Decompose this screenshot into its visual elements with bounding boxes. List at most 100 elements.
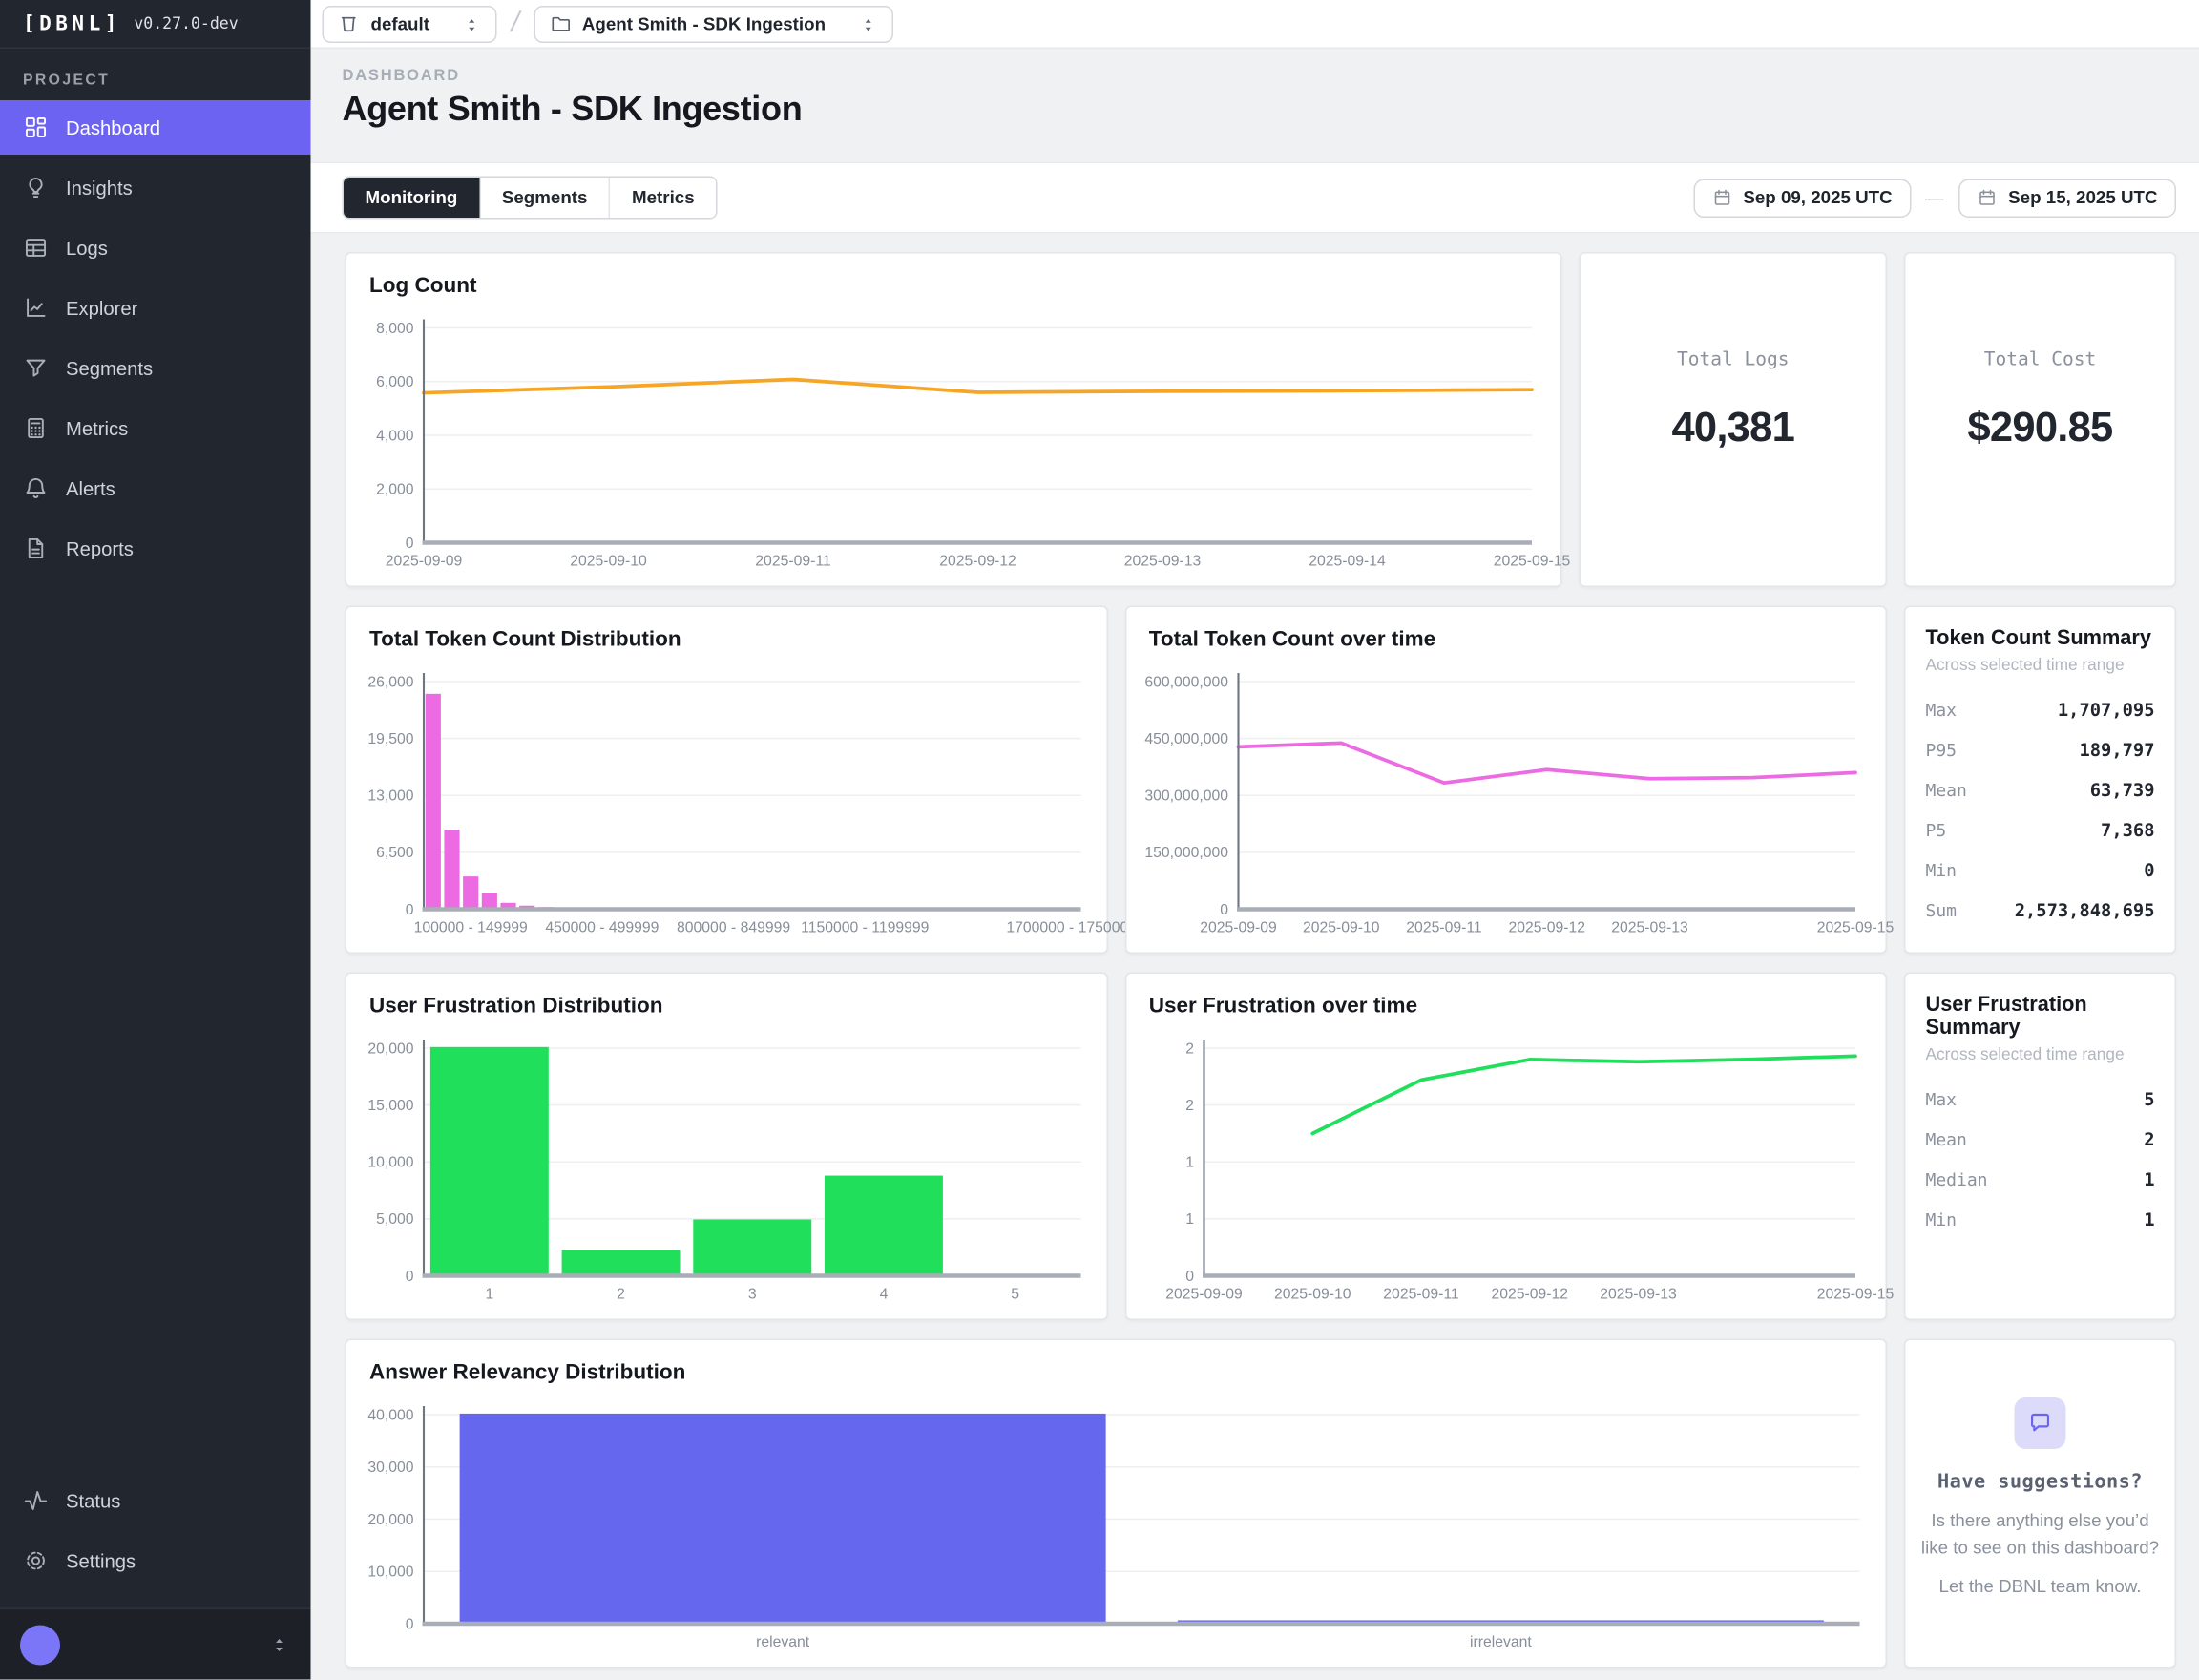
token-count-over-time-chart: 0150,000,000300,000,000450,000,000600,00… xyxy=(1138,667,1872,944)
toolbar: Monitoring Segments Metrics Sep 09, 2025… xyxy=(311,162,2199,234)
svg-text:10,000: 10,000 xyxy=(367,1155,413,1171)
tab-metrics[interactable]: Metrics xyxy=(609,178,716,218)
svg-text:2025-09-09: 2025-09-09 xyxy=(386,554,463,570)
svg-text:2025-09-15: 2025-09-15 xyxy=(1816,920,1894,936)
suggestion-footer: Let the DBNL team know. xyxy=(1939,1576,2142,1596)
sidebar-item-logs[interactable]: Logs xyxy=(0,220,311,275)
total-cost-card: Total Cost $290.85 xyxy=(1904,252,2176,587)
dashboard-grid-icon xyxy=(23,115,49,140)
sidebar-item-label: Dashboard xyxy=(66,116,160,138)
sidebar-item-label: Logs xyxy=(66,237,108,259)
chevrons-up-down-icon xyxy=(461,13,481,33)
svg-text:300,000,000: 300,000,000 xyxy=(1144,788,1228,805)
sidebar-item-insights[interactable]: Insights xyxy=(0,160,311,215)
sidebar-section-project: PROJECT xyxy=(0,49,311,100)
user-frustration-over-time-card: User Frustration over time 011222025-09-… xyxy=(1124,973,1887,1321)
svg-text:5: 5 xyxy=(1011,1287,1019,1303)
sidebar-item-label: Reports xyxy=(66,537,134,559)
suggestion-body: Is there anything else you’d like to see… xyxy=(1920,1508,2161,1562)
svg-text:irrelevant: irrelevant xyxy=(1470,1634,1532,1650)
sidebar-item-explorer[interactable]: Explorer xyxy=(0,281,311,335)
dashboard-select-value: Agent Smith - SDK Ingestion xyxy=(582,13,826,33)
svg-text:2025-09-10: 2025-09-10 xyxy=(1273,1287,1351,1303)
sidebar-item-label: Status xyxy=(66,1490,120,1512)
svg-text:1: 1 xyxy=(1184,1155,1193,1171)
lightbulb-icon xyxy=(23,175,49,200)
sidebar-item-alerts[interactable]: Alerts xyxy=(0,461,311,515)
tab-segments[interactable]: Segments xyxy=(479,178,609,218)
sidebar-item-segments[interactable]: Segments xyxy=(0,341,311,395)
svg-text:450000 - 499999: 450000 - 499999 xyxy=(545,920,659,936)
sidebar-item-status[interactable]: Status xyxy=(0,1474,311,1528)
bucket-icon xyxy=(338,13,360,35)
svg-text:0: 0 xyxy=(406,902,414,918)
svg-text:26,000: 26,000 xyxy=(367,674,413,690)
chart-title: User Frustration over time xyxy=(1126,974,1886,1018)
svg-text:2025-09-10: 2025-09-10 xyxy=(570,554,647,570)
user-menu[interactable] xyxy=(0,1608,311,1680)
date-range: Sep 09, 2025 UTC — Sep 15, 2025 UTC xyxy=(1693,178,2176,218)
document-icon xyxy=(23,536,49,561)
breadcrumb: DASHBOARD xyxy=(343,68,2168,85)
svg-text:20,000: 20,000 xyxy=(367,1512,413,1528)
stat-value: 40,381 xyxy=(1671,406,1794,453)
project-select-value: default xyxy=(371,13,429,33)
page-title: Agent Smith - SDK Ingestion xyxy=(343,91,2168,131)
dashboard-select[interactable]: Agent Smith - SDK Ingestion xyxy=(534,5,893,42)
sidebar-item-metrics[interactable]: Metrics xyxy=(0,401,311,455)
tab-group: Monitoring Segments Metrics xyxy=(343,177,718,220)
stat-value: $290.85 xyxy=(1967,406,2112,453)
svg-text:6,500: 6,500 xyxy=(376,845,414,861)
svg-text:2025-09-10: 2025-09-10 xyxy=(1302,920,1379,936)
folder-icon xyxy=(549,13,571,35)
end-date-value: Sep 15, 2025 UTC xyxy=(2008,188,2157,208)
svg-text:0: 0 xyxy=(406,536,414,552)
sidebar-item-settings[interactable]: Settings xyxy=(0,1534,311,1588)
svg-text:2025-09-15: 2025-09-15 xyxy=(1816,1287,1894,1303)
chart-title: Total Token Count Distribution xyxy=(346,607,1106,652)
svg-text:2025-09-13: 2025-09-13 xyxy=(1124,554,1202,570)
chart-title: Log Count xyxy=(346,254,1560,299)
project-select[interactable]: default xyxy=(323,5,497,42)
user-frustration-distribution-chart: 05,00010,00015,00020,00012345 xyxy=(358,1034,1092,1311)
svg-text:13,000: 13,000 xyxy=(367,788,413,805)
sidebar: [DBNL] v0.27.0-dev PROJECT Dashboard Ins… xyxy=(0,0,311,1680)
svg-text:2025-09-11: 2025-09-11 xyxy=(755,554,830,570)
summary-row: P57,368 xyxy=(1926,819,2155,841)
summary-row: Median1 xyxy=(1926,1168,2155,1190)
sidebar-item-label: Segments xyxy=(66,357,153,379)
summary-row: Mean2 xyxy=(1926,1128,2155,1150)
summary-subtitle: Across selected time range xyxy=(1926,658,2155,675)
avatar[interactable] xyxy=(20,1625,60,1665)
version-label: v0.27.0-dev xyxy=(134,14,238,33)
user-frustration-summary-card: User Frustration Summary Across selected… xyxy=(1904,973,2176,1321)
svg-text:2025-09-12: 2025-09-12 xyxy=(1508,920,1585,936)
token-count-summary-card: Token Count Summary Across selected time… xyxy=(1904,606,2176,955)
svg-text:600,000,000: 600,000,000 xyxy=(1144,674,1228,690)
total-logs-card: Total Logs 40,381 xyxy=(1580,252,1888,587)
svg-text:2: 2 xyxy=(1184,1098,1193,1114)
svg-text:2025-09-14: 2025-09-14 xyxy=(1309,554,1386,570)
svg-text:2025-09-09: 2025-09-09 xyxy=(1199,920,1276,936)
sidebar-item-dashboard[interactable]: Dashboard xyxy=(0,100,311,155)
svg-text:19,500: 19,500 xyxy=(367,731,413,747)
svg-text:1700000 - 1750000: 1700000 - 1750000 xyxy=(1006,920,1137,936)
tab-monitoring[interactable]: Monitoring xyxy=(344,178,479,218)
svg-text:450,000,000: 450,000,000 xyxy=(1144,731,1228,747)
token-count-distribution-card: Total Token Count Distribution 0 6,500 13,… xyxy=(346,606,1108,955)
start-date-picker[interactable]: Sep 09, 2025 UTC xyxy=(1693,178,1911,218)
answer-relevancy-distribution-card: Answer Relevancy Distribution 010,00020,… xyxy=(346,1339,1888,1669)
chevrons-up-down-icon xyxy=(268,1633,291,1656)
sidebar-item-label: Explorer xyxy=(66,297,137,319)
summary-rows: Max1,707,095 P95189,797 Mean63,739 P57,3… xyxy=(1926,699,2155,921)
svg-text:4,000: 4,000 xyxy=(376,428,414,444)
sidebar-item-reports[interactable]: Reports xyxy=(0,521,311,576)
calculator-icon xyxy=(23,415,49,441)
gear-icon xyxy=(23,1548,49,1574)
stat-label: Total Cost xyxy=(1984,349,2096,371)
dashboard-grid: Log Count 02,0004,0006,0008,0002025-09-0… xyxy=(311,234,2199,1669)
svg-text:800000 - 849999: 800000 - 849999 xyxy=(677,920,790,936)
end-date-picker[interactable]: Sep 15, 2025 UTC xyxy=(1958,178,2176,218)
token-count-over-time-card: Total Token Count over time 0150,000,000… xyxy=(1124,606,1887,955)
svg-text:0: 0 xyxy=(406,1269,414,1285)
